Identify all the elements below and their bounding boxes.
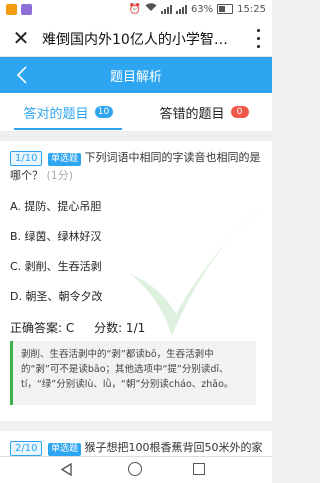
nav-recent-apps-icon[interactable] xyxy=(193,463,205,475)
header-title: 题目解析 xyxy=(109,70,162,85)
question-score: (1分) xyxy=(46,169,74,182)
next-question-header: 2/10 单选题 猴子想把100根香蕉背回50米外的家，每 xyxy=(10,439,262,457)
next-question-type-badge: 单选题 xyxy=(47,443,81,456)
purple-app-icon xyxy=(21,4,32,15)
section-header: 题目解析 xyxy=(0,57,272,93)
clock: 15:25 xyxy=(237,3,266,15)
question-number: 1/10 xyxy=(10,151,43,166)
score-result: 分数: 1/1 xyxy=(94,321,146,335)
tab-correct-label: 答对的题目 xyxy=(23,106,89,122)
tab-wrong[interactable]: 答错的题目 0 xyxy=(136,93,272,131)
question-type-badge: 单选题 xyxy=(47,153,81,166)
status-bar: ⏰ 63% 15:25 xyxy=(0,0,272,20)
navigation-bar xyxy=(0,456,272,483)
battery-icon xyxy=(217,4,234,14)
wifi-icon xyxy=(145,3,157,15)
close-icon[interactable]: ✕ xyxy=(10,27,32,49)
option-d[interactable]: D. 朝圣、朝令夕改 xyxy=(10,288,102,304)
tab-wrong-label: 答错的题目 xyxy=(159,106,225,122)
tab-correct[interactable]: 答对的题目 10 xyxy=(0,93,136,131)
option-b[interactable]: B. 绿茵、绿林好汉 xyxy=(10,228,102,244)
orange-app-icon xyxy=(6,4,17,15)
analysis-box: 剥削、生吞活剥中的“剥”都读bō，生吞活剥中的“剥”可不是读bāo；其他选项中“… xyxy=(10,341,256,405)
battery-percent: 63% xyxy=(190,3,214,15)
next-question-card[interactable]: 2/10 单选题 猴子想把100根香蕉背回50米外的家，每 xyxy=(0,431,272,456)
next-question-text: 猴子想把100根香蕉背回50米外的家，每 xyxy=(84,441,262,454)
question-card: 1/10 单选题 下列词语中相同的字读音也相同的是哪个？ (1分) A. 提防、… xyxy=(0,141,272,421)
signal-icon-2 xyxy=(175,4,187,14)
next-question-number: 2/10 xyxy=(10,441,43,456)
alarm-icon: ⏰ xyxy=(128,3,141,15)
tab-wrong-count: 0 xyxy=(230,106,249,118)
correct-answer: 正确答案: C xyxy=(10,321,75,335)
active-tab-indicator xyxy=(14,128,122,130)
tab-correct-count: 10 xyxy=(94,106,113,118)
more-options-icon[interactable] xyxy=(254,26,262,50)
answer-row: 正确答案: C 分数: 1/1 xyxy=(10,319,161,336)
page-title: 难倒国内外10亿人的小学智… xyxy=(42,32,228,48)
nav-home-icon[interactable] xyxy=(128,462,142,476)
option-a[interactable]: A. 提防、提心吊胆 xyxy=(10,198,101,214)
question-header: 1/10 单选题 下列词语中相同的字读音也相同的是哪个？ (1分) xyxy=(10,149,262,185)
nav-back-icon[interactable] xyxy=(60,463,73,476)
title-bar: ✕ 难倒国内外10亿人的小学智… xyxy=(0,20,272,57)
signal-icon xyxy=(160,4,172,14)
option-c[interactable]: C. 剥削、生吞活剥 xyxy=(10,258,102,274)
tab-bar: 答对的题目 10 答错的题目 0 xyxy=(0,93,272,131)
